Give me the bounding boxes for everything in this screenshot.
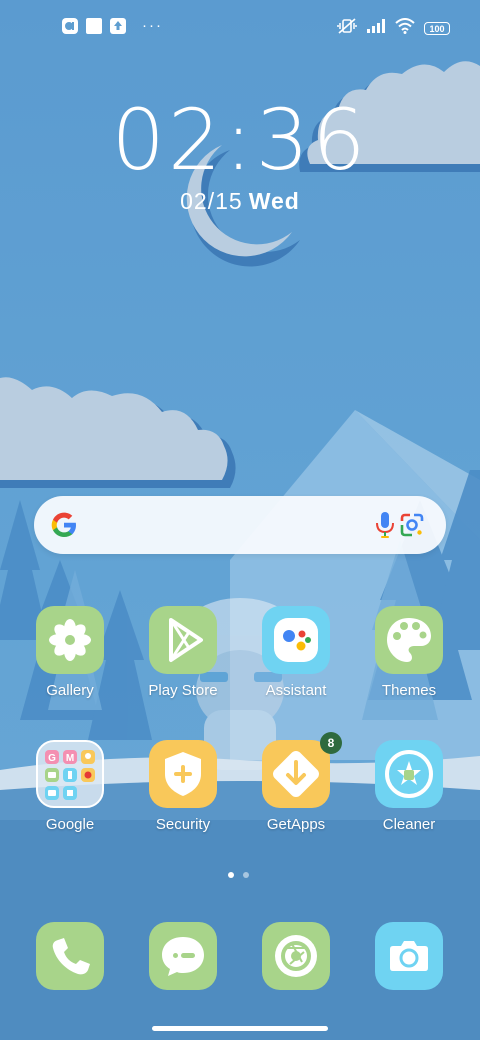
vibrate-off-icon [337,17,357,40]
app-security[interactable]: Security [128,740,238,840]
notification-overflow: ··· [142,17,163,34]
app-assistant[interactable]: Assistant [241,606,351,706]
google-folder-icon: G M [36,740,104,808]
app-label: Play Store [148,682,218,699]
google-lens-icon[interactable] [398,511,426,539]
clock-date[interactable]: 02/15 Wed [0,188,480,215]
app-label: Assistant [265,682,327,699]
svg-text:M: M [66,753,74,764]
notification-app-icon [62,18,78,34]
app-label: GetApps [266,816,326,833]
assistant-icon [262,606,330,674]
app-label: Google [45,816,95,833]
gesture-navigation-handle[interactable] [152,1026,328,1031]
weekday-text: Wed [248,188,300,214]
app-getapps[interactable]: 8 GetApps [241,732,351,840]
gallery-icon [36,606,104,674]
dock-phone[interactable] [15,922,125,992]
security-icon [149,740,217,808]
notification-upload-icon [110,18,126,34]
page-dot-2[interactable] [243,872,249,878]
system-icons: 100 [337,17,450,40]
dock-messages[interactable] [128,922,238,992]
app-label: Cleaner [382,816,436,833]
page-indicator [228,872,249,878]
notification-badge: 8 [320,732,342,754]
page-dot-1[interactable] [228,872,234,878]
clock-time-text: 02:36 [111,91,369,189]
cleaner-icon [375,740,443,808]
svg-text:G: G [48,753,56,764]
notification-square-icon [86,18,102,34]
phone-icon [36,922,104,990]
google-logo-icon [51,512,76,537]
getapps-icon [262,740,330,808]
play-store-icon [149,606,217,674]
battery-indicator: 100 [424,22,450,35]
app-label: Security [155,816,211,833]
browser-icon [262,922,330,990]
messages-icon [149,922,217,990]
google-search-bar[interactable] [34,496,446,554]
app-gallery[interactable]: Gallery [15,606,125,706]
status-bar: ··· 100 [0,0,480,56]
dock-browser[interactable] [241,922,351,992]
voice-search-icon[interactable] [374,511,396,539]
camera-icon [375,922,443,990]
date-text: 02/15 [180,188,243,214]
app-google-folder[interactable]: G M Google [15,740,125,840]
app-themes[interactable]: Themes [354,606,464,706]
signal-icon [366,18,386,39]
notification-icons: ··· [62,18,163,34]
dock-camera[interactable] [354,922,464,992]
themes-icon [375,606,443,674]
home-screen: ··· 100 02:36 02/15 Wed Gallery Play Sto… [0,0,480,1040]
app-label: Themes [381,682,437,699]
clock-time[interactable]: 02:36 [0,90,480,190]
app-play-store[interactable]: Play Store [128,606,238,706]
app-label: Gallery [46,682,94,699]
wifi-icon [395,18,415,39]
app-cleaner[interactable]: Cleaner [354,740,464,840]
